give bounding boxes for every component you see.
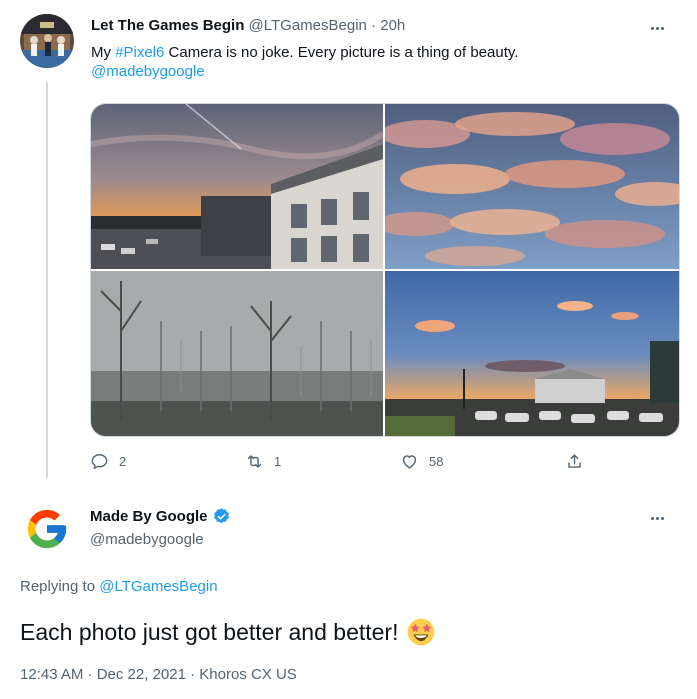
more-dots-icon[interactable] [647, 18, 667, 38]
like-count: 58 [429, 454, 444, 469]
author-name-verified: Made By Google [90, 507, 231, 526]
reply-count: 2 [119, 454, 127, 469]
share-icon [568, 454, 581, 468]
mention-link[interactable]: @madebygoogle [91, 63, 205, 80]
author-name[interactable]: Let The Games Begin [91, 17, 244, 34]
tweet-text-start: My [91, 44, 116, 61]
google-logo-icon [27, 509, 67, 549]
tweet-actions: 2 1 58 [90, 452, 590, 474]
share-button[interactable] [565, 452, 584, 471]
replying-to: Replying to @LTGamesBegin [20, 578, 218, 595]
meta-separator: · [366, 17, 381, 34]
photo-foggy-trees[interactable] [91, 271, 383, 436]
tweet-timestamp[interactable]: 12:43 AM · Dec 22, 2021 · Khoros CX US [20, 666, 297, 683]
photo-pink-clouds[interactable] [385, 104, 679, 269]
verified-badge-icon [213, 508, 229, 524]
tweet-text-body: Each photo just got better and better! [20, 619, 399, 645]
photo-sunset-apartments[interactable] [91, 104, 383, 269]
replying-handle-link[interactable]: @LTGamesBegin [99, 578, 217, 595]
avatar[interactable] [20, 14, 74, 68]
tweet-text: My #Pixel6 Camera is no joke. Every pict… [91, 43, 651, 81]
photo-grid [90, 103, 680, 437]
replying-prefix: Replying to [20, 578, 100, 595]
thread-connector-line [46, 82, 48, 478]
retweet-button[interactable]: 1 [245, 452, 281, 471]
retweet-count: 1 [274, 454, 282, 469]
author-name[interactable]: Made By Google [90, 508, 208, 525]
retweet-icon [247, 455, 262, 468]
like-button[interactable]: 58 [400, 452, 443, 471]
heart-icon [402, 455, 417, 469]
tweet-text: Each photo just got better and better! [20, 617, 436, 647]
author-handle[interactable]: @LTGamesBegin [249, 17, 367, 34]
tweet-time[interactable]: 20h [380, 17, 405, 34]
reply-button[interactable]: 2 [90, 452, 126, 471]
comment-bubble-icon [91, 454, 108, 469]
hashtag-link[interactable]: #Pixel6 [115, 44, 164, 61]
photo-sunset-parking[interactable] [385, 271, 679, 436]
tweet-header: Let The Games Begin @LTGamesBegin · 20h [91, 16, 405, 36]
google-avatar[interactable] [20, 502, 74, 556]
author-handle[interactable]: @madebygoogle [90, 531, 204, 548]
star-struck-emoji-icon [408, 618, 435, 646]
more-dots-icon[interactable] [647, 508, 667, 528]
tweet-text-end: Camera is no joke. Every picture is a th… [164, 44, 519, 61]
